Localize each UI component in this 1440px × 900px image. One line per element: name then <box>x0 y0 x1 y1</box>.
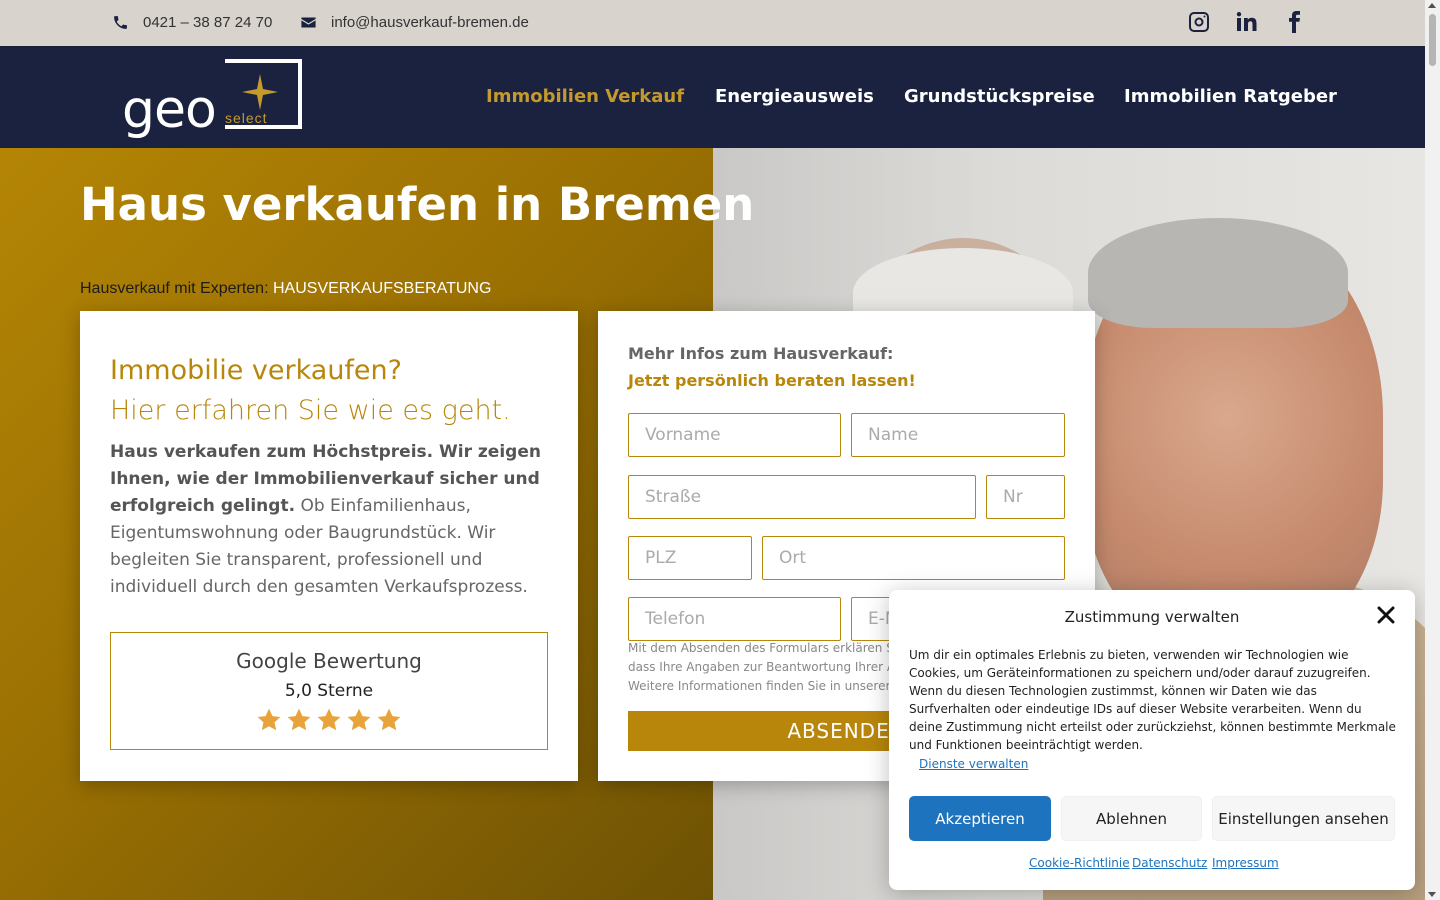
manage-services-link[interactable]: Dienste verwalten <box>919 757 1028 771</box>
info-body: Haus verkaufen zum Höchstpreis. Wir zeig… <box>110 439 550 601</box>
view-preferences-button[interactable]: Einstellungen ansehen <box>1212 796 1395 841</box>
info-card: Immobilie verkaufen? Hier erfahren Sie w… <box>80 311 578 781</box>
top-contact-bar: 0421 – 38 87 24 70 info@hausverkauf-brem… <box>0 0 1425 46</box>
form-subheading: Jetzt persönlich beraten lassen! <box>628 371 916 390</box>
subtitle-highlight: HAUSVERKAUFSBERATUNG <box>272 280 492 297</box>
compass-star-icon <box>242 74 278 110</box>
city-field[interactable] <box>762 536 1065 580</box>
scrollbar-thumb[interactable] <box>1429 14 1436 66</box>
info-heading: Immobilie verkaufen? <box>110 355 402 386</box>
instagram-link[interactable] <box>1187 10 1211 34</box>
street-field[interactable] <box>628 475 976 519</box>
logo[interactable]: geo select <box>122 58 304 140</box>
zip-field[interactable] <box>628 536 752 580</box>
star-icon <box>347 708 371 731</box>
nav-item-energieausweis[interactable]: Energieausweis <box>715 86 874 107</box>
nav-item-grundstueckspreise[interactable]: Grundstückspreise <box>904 86 1095 107</box>
star-icon <box>377 708 401 731</box>
close-icon <box>1377 606 1395 624</box>
cookie-consent-dialog: Zustimmung verwalten Um dir ein optimale… <box>889 590 1415 890</box>
form-heading: Mehr Infos zum Hausverkauf: <box>628 344 894 363</box>
email-contact[interactable]: info@hausverkauf-bremen.de <box>300 14 529 31</box>
star-icon <box>287 708 311 731</box>
linkedin-icon <box>1236 12 1257 31</box>
star-icon <box>257 708 281 731</box>
facebook-icon <box>1289 11 1300 33</box>
lastname-field[interactable] <box>851 413 1065 457</box>
instagram-icon <box>1189 12 1209 32</box>
photo-man-hair <box>1088 218 1348 328</box>
review-title: Google Bewertung <box>236 649 422 673</box>
info-subheading: Hier erfahren Sie wie es geht. <box>110 395 511 426</box>
house-number-field[interactable] <box>986 475 1065 519</box>
nav-item-immobilien-verkauf[interactable]: Immobilien Verkauf <box>486 86 684 107</box>
main-navigation: geo select Immobilien Verkauf Energieaus… <box>0 46 1425 148</box>
imprint-link[interactable]: Impressum <box>1212 856 1279 870</box>
cookie-close-button[interactable] <box>1377 606 1395 624</box>
subtitle-prefix: Hausverkauf mit Experten: <box>80 280 269 297</box>
phone-icon <box>114 16 127 29</box>
page-scrollbar[interactable] <box>1425 0 1440 900</box>
scroll-up-arrow-icon[interactable] <box>1428 3 1436 8</box>
phone-contact[interactable]: 0421 – 38 87 24 70 <box>112 14 272 31</box>
nav-item-immobilien-ratgeber[interactable]: Immobilien Ratgeber <box>1124 86 1337 107</box>
page-title: Haus verkaufen in Bremen <box>80 178 755 231</box>
review-stars <box>111 707 547 733</box>
logo-subtext: select <box>225 110 268 126</box>
privacy-link[interactable]: Datenschutz <box>1132 856 1207 870</box>
accept-button[interactable]: Akzeptieren <box>909 796 1051 841</box>
phone-number[interactable]: 0421 – 38 87 24 70 <box>143 14 272 31</box>
hero-subtitle: Hausverkauf mit Experten: HAUSVERKAUFSBE… <box>80 280 491 298</box>
linkedin-link[interactable] <box>1234 10 1258 34</box>
email-address[interactable]: info@hausverkauf-bremen.de <box>331 14 529 31</box>
scroll-down-arrow-icon[interactable] <box>1428 892 1436 897</box>
google-review-box: Google Bewertung 5,0 Sterne <box>110 632 548 750</box>
star-icon <box>317 708 341 731</box>
logo-wordmark: geo <box>122 80 217 140</box>
facebook-link[interactable] <box>1282 10 1306 34</box>
review-score: 5,0 Sterne <box>284 681 374 701</box>
cookie-body: Um dir ein optimales Erlebnis zu bieten,… <box>909 648 1396 752</box>
cookie-title: Zustimmung verwalten <box>1064 608 1240 626</box>
firstname-field[interactable] <box>628 413 841 457</box>
phone-field[interactable] <box>628 597 841 641</box>
envelope-icon <box>301 17 316 28</box>
cookie-policy-link[interactable]: Cookie-Richtlinie <box>1029 856 1130 870</box>
deny-button[interactable]: Ablehnen <box>1061 796 1202 841</box>
